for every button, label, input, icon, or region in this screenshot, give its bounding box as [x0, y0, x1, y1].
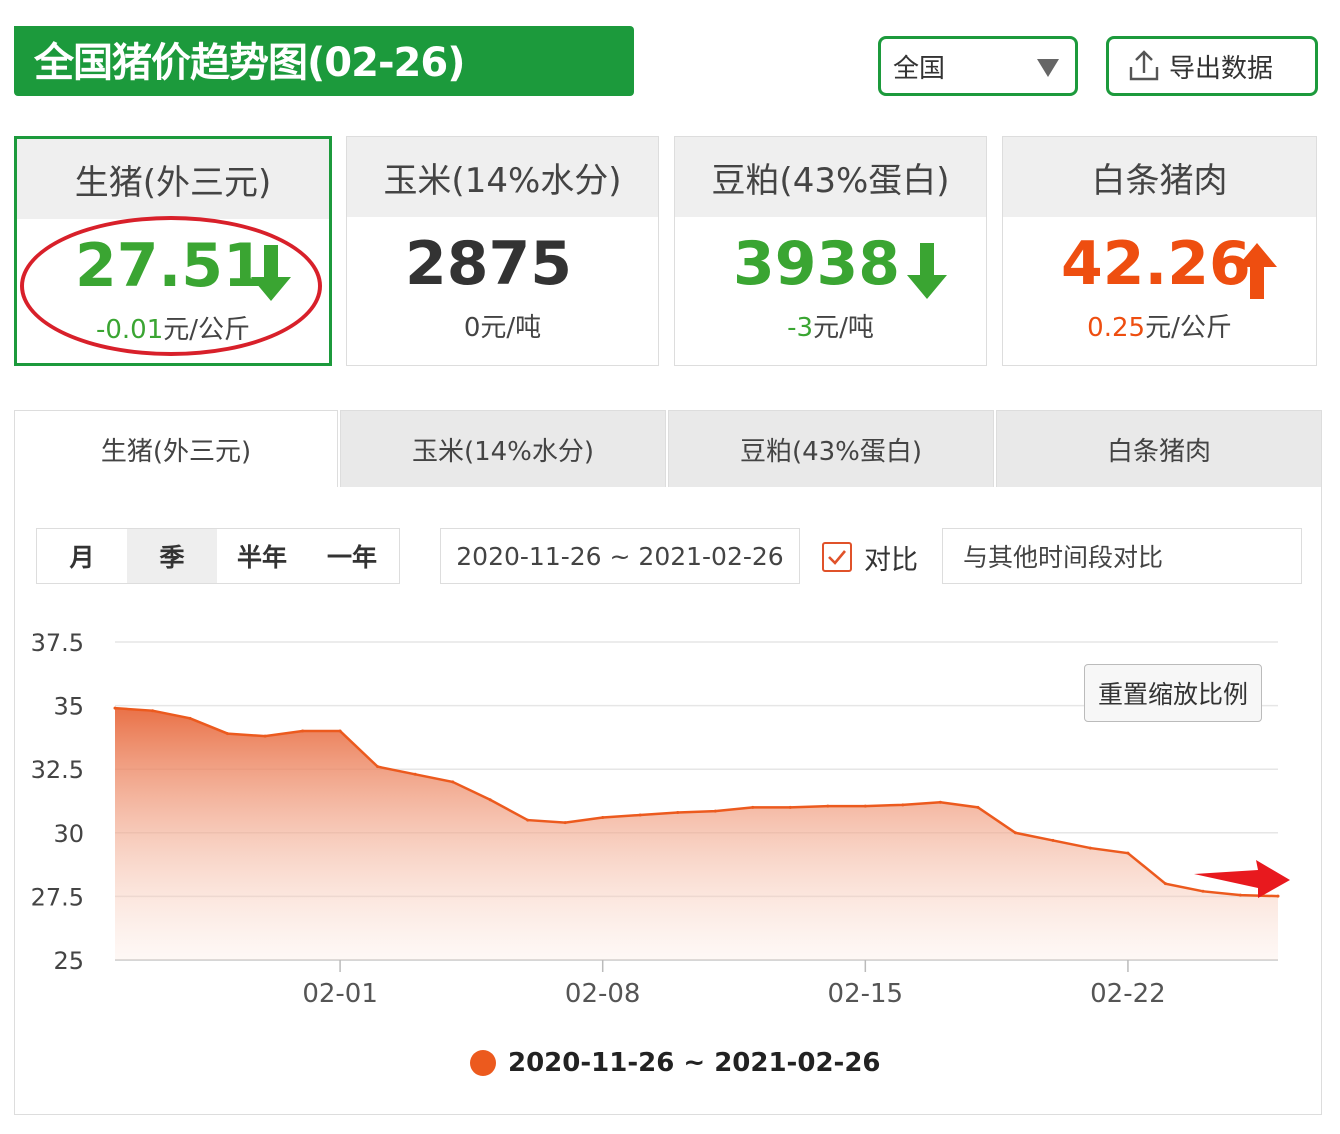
region-select-value: 全国	[893, 53, 946, 84]
data-point[interactable]	[1276, 894, 1280, 898]
data-point[interactable]	[263, 734, 267, 738]
tab-soymeal[interactable]: 豆粕(43%蛋白)	[668, 410, 994, 488]
data-point[interactable]	[338, 729, 342, 733]
x-tick-label: 02-15	[828, 979, 904, 1009]
card-title: 生猪(外三元)	[17, 139, 329, 219]
data-point[interactable]	[751, 805, 755, 809]
x-tick-label: 02-01	[302, 979, 378, 1009]
y-tick-label: 27.5	[31, 883, 84, 911]
y-tick-label: 32.5	[31, 756, 84, 784]
price-card-corn[interactable]: 玉米(14%水分) 2875 0元/吨	[346, 136, 659, 366]
range-selector: 月 季 半年 一年	[36, 528, 400, 584]
series-area	[115, 708, 1278, 960]
card-value: 42.26	[1061, 229, 1251, 299]
data-point[interactable]	[451, 780, 455, 784]
data-point[interactable]	[1126, 851, 1130, 855]
highlight-ellipse	[20, 216, 322, 356]
arrow-up-icon	[1237, 243, 1277, 299]
card-change: -3元/吨	[787, 313, 874, 343]
price-card-pork[interactable]: 白条猪肉 42.26 0.25元/公斤	[1002, 136, 1317, 366]
range-quarter-button[interactable]: 季	[127, 529, 217, 583]
data-point[interactable]	[601, 816, 605, 820]
data-point[interactable]	[1201, 889, 1205, 893]
chart-legend[interactable]: 2020-11-26 ~ 2021-02-26	[470, 1048, 881, 1078]
range-year-button[interactable]: 一年	[307, 529, 397, 583]
compare-period-input[interactable]: 与其他时间段对比	[942, 528, 1302, 584]
x-tick-label: 02-22	[1090, 979, 1166, 1009]
region-select[interactable]: 全国	[878, 36, 1078, 96]
tab-hog[interactable]: 生猪(外三元)	[14, 410, 338, 488]
data-point[interactable]	[526, 818, 530, 822]
data-point[interactable]	[676, 810, 680, 814]
card-title: 豆粕(43%蛋白)	[675, 137, 986, 217]
x-tick-label: 02-08	[565, 979, 641, 1009]
tab-corn[interactable]: 玉米(14%水分)	[340, 410, 666, 488]
compare-checkbox[interactable]	[822, 542, 852, 572]
data-point[interactable]	[188, 716, 192, 720]
data-point[interactable]	[1238, 893, 1242, 897]
check-icon	[828, 550, 846, 565]
y-tick-label: 25	[53, 947, 84, 975]
range-halfyear-button[interactable]: 半年	[217, 529, 307, 583]
card-value: 2875	[405, 229, 572, 299]
data-point[interactable]	[1013, 831, 1017, 835]
tab-pork[interactable]: 白条猪肉	[996, 410, 1322, 488]
card-value: 3938	[733, 229, 900, 299]
compare-label: 对比	[864, 545, 918, 576]
legend-marker	[470, 1050, 496, 1076]
data-point[interactable]	[788, 805, 792, 809]
data-point[interactable]	[488, 798, 492, 802]
data-point[interactable]	[638, 813, 642, 817]
data-point[interactable]	[226, 732, 230, 736]
data-point[interactable]	[151, 709, 155, 713]
data-point[interactable]	[1163, 882, 1167, 886]
card-title: 白条猪肉	[1003, 137, 1316, 217]
legend-label: 2020-11-26 ~ 2021-02-26	[508, 1048, 881, 1078]
y-tick-label: 37.5	[31, 629, 84, 657]
data-point[interactable]	[113, 706, 117, 710]
data-point[interactable]	[563, 821, 567, 825]
page-title: 全国猪价趋势图(02-26)	[34, 40, 465, 86]
card-change: 0元/吨	[463, 313, 542, 343]
export-label: 导出数据	[1169, 53, 1274, 84]
data-point[interactable]	[1051, 838, 1055, 842]
reset-zoom-button[interactable]: 重置缩放比例	[1084, 664, 1262, 722]
range-month-button[interactable]: 月	[37, 529, 127, 583]
upload-icon	[1129, 50, 1159, 81]
card-title: 玉米(14%水分)	[347, 137, 658, 217]
price-card-soymeal[interactable]: 豆粕(43%蛋白) 3938 -3元/吨	[674, 136, 987, 366]
date-range-input[interactable]: 2020-11-26 ~ 2021-02-26	[440, 528, 800, 584]
tab-bar: 生猪(外三元) 玉米(14%水分) 豆粕(43%蛋白) 白条猪肉	[14, 410, 1322, 488]
data-point[interactable]	[301, 729, 305, 733]
price-chart[interactable]: 37.5 35 32.5 30 27.5 25 02-01 02-08 02-15 02-22	[0, 600, 1340, 1020]
data-point[interactable]	[376, 765, 380, 769]
y-tick-label: 30	[53, 820, 84, 848]
card-change: 0.25元/公斤	[1087, 313, 1232, 343]
data-point[interactable]	[826, 804, 830, 808]
data-point[interactable]	[413, 772, 417, 776]
data-point[interactable]	[713, 809, 717, 813]
export-data-button[interactable]: 导出数据	[1106, 36, 1318, 96]
y-tick-label: 35	[53, 693, 84, 721]
arrow-down-icon	[907, 243, 947, 299]
data-point[interactable]	[976, 805, 980, 809]
data-point[interactable]	[863, 804, 867, 808]
data-point[interactable]	[1088, 846, 1092, 850]
data-point[interactable]	[901, 803, 905, 807]
chevron-down-icon	[1037, 59, 1059, 77]
data-point[interactable]	[938, 800, 942, 804]
